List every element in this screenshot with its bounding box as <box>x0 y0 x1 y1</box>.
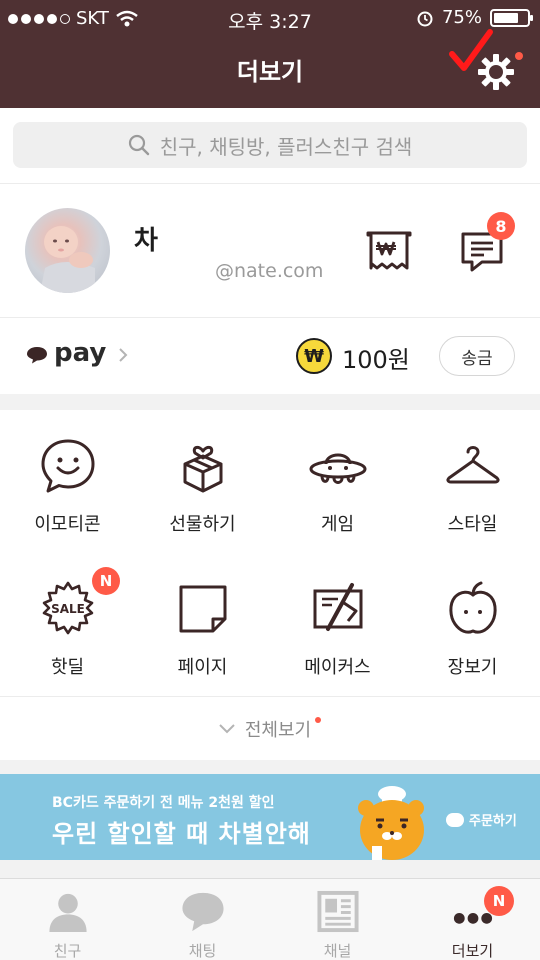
talk-bubble-icon <box>27 347 47 364</box>
chat-bubble-icon <box>181 892 224 932</box>
grid-item-label: 게임 <box>320 514 355 535</box>
grid-item-page[interactable]: 페이지 <box>135 553 270 696</box>
app-header: SKT 오후 3:27 75% 더보기 <box>0 0 540 108</box>
chevron-down-icon <box>219 723 235 733</box>
promo-banner[interactable]: BC카드 주문하기 전 메뉴 2천원 할인 우린 할인할 때 차별안해 주문하기 <box>0 774 540 860</box>
section-divider <box>0 760 540 774</box>
settings-gear-icon[interactable] <box>476 52 516 92</box>
service-grid: 이모티콘 선물하기 게임 스타일 SALE 핫딜 페이지 메이커스 장보기 N <box>0 410 540 696</box>
tab-channel[interactable]: 채널 <box>270 879 405 960</box>
hotdeal-new-badge: N <box>92 567 120 595</box>
search-input[interactable]: 친구, 채팅방, 플러스친구 검색 <box>13 122 527 168</box>
sale-icon: SALE <box>42 581 93 635</box>
grid-item-label: 메이커스 <box>304 657 371 678</box>
tab-label: 채널 <box>323 942 352 960</box>
grid-item-label: 이모티콘 <box>34 514 101 535</box>
profile-email: @nate.com <box>215 260 324 282</box>
pay-balance[interactable]: 100원 <box>342 340 410 375</box>
status-right: 75% <box>416 7 533 28</box>
grid-item-grocery[interactable]: 장보기 <box>405 553 540 696</box>
battery-fill <box>494 12 518 23</box>
tab-more[interactable]: 더보기 <box>405 879 540 960</box>
smile-icon <box>41 439 94 493</box>
hanger-icon <box>445 446 500 484</box>
grid-item-gift[interactable]: 선물하기 <box>135 410 270 553</box>
battery-icon <box>490 8 533 27</box>
battery-percent: 75% <box>441 7 482 28</box>
search-placeholder: 친구, 채팅방, 플러스친구 검색 <box>159 134 413 159</box>
alarm-icon <box>417 11 433 26</box>
tab-label: 친구 <box>53 942 82 960</box>
grid-item-game[interactable]: 게임 <box>270 410 405 553</box>
grid-item-label: 스타일 <box>447 514 498 535</box>
more-tab-new-badge: N <box>484 886 514 916</box>
grid-item-style[interactable]: 스타일 <box>405 410 540 553</box>
settings-notification-dot <box>515 52 523 60</box>
receipt-won-icon[interactable] <box>365 230 413 274</box>
section-divider <box>0 394 540 410</box>
sale-text: SALE <box>51 602 85 616</box>
search-section: 친구, 채팅방, 플러스친구 검색 <box>0 108 540 184</box>
grid-item-label: 장보기 <box>447 657 498 678</box>
tab-label: 채팅 <box>188 942 217 960</box>
gift-icon <box>183 445 222 493</box>
tab-label: 더보기 <box>451 942 494 960</box>
banner-order-label: 주문하기 <box>469 814 517 829</box>
ufo-icon <box>309 453 366 484</box>
tab-friends[interactable]: 친구 <box>0 879 135 960</box>
profile-name: 차 <box>134 226 158 256</box>
page-icon <box>179 585 226 633</box>
message-count-badge: 8 <box>487 212 515 240</box>
pay-link[interactable]: pay <box>54 338 106 368</box>
view-all-dot <box>315 716 322 723</box>
send-money-button[interactable]: 송금 <box>439 336 515 376</box>
grid-item-makers[interactable]: 메이커스 <box>270 553 405 696</box>
view-all-label: 전체보기 <box>244 719 312 741</box>
avatar-photo <box>40 226 95 293</box>
view-all-button[interactable]: 전체보기 <box>0 696 540 760</box>
section-divider <box>0 860 540 878</box>
search-icon <box>128 134 149 156</box>
banner-headline: 우린 할인할 때 차별안해 <box>52 820 311 848</box>
banner-subtext: BC카드 주문하기 전 메뉴 2천원 할인 <box>52 795 275 811</box>
grid-item-emoticon[interactable]: 이모티콘 <box>0 410 135 553</box>
apple-icon <box>448 581 497 634</box>
profile-section[interactable]: 차 @nate.com 8 <box>0 184 540 318</box>
channel-icon <box>316 890 359 933</box>
makers-icon <box>313 583 362 631</box>
person-icon <box>48 893 87 933</box>
banner-order-link[interactable]: 주문하기 <box>446 810 517 829</box>
won-coin-icon: ₩ <box>296 338 332 374</box>
tab-chats[interactable]: 채팅 <box>135 879 270 960</box>
grid-item-label: 페이지 <box>177 657 228 678</box>
grid-item-label: 핫딜 <box>50 657 85 678</box>
chevron-right-icon[interactable] <box>118 348 128 362</box>
pay-section: pay ₩ 100원 송금 <box>0 318 540 394</box>
talk-icon <box>446 812 464 827</box>
avatar[interactable] <box>25 208 110 293</box>
grid-item-label: 선물하기 <box>169 514 236 535</box>
ryan-character-icon <box>358 786 424 860</box>
bottom-tab-bar: 친구 채팅 채널 더보기 <box>0 878 540 960</box>
